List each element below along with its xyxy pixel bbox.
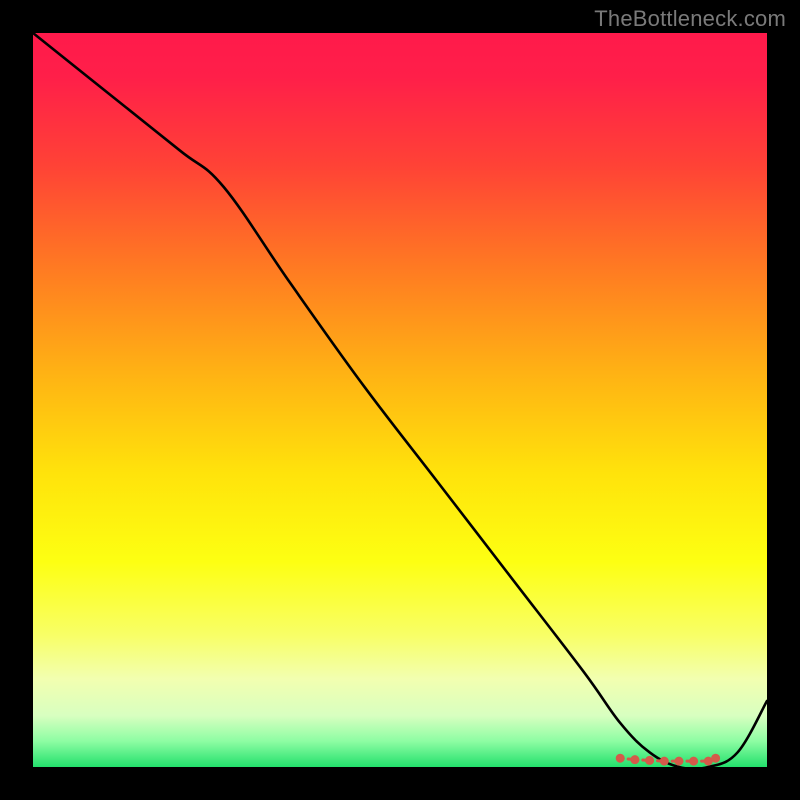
chart-container: TheBottleneck.com (0, 0, 800, 800)
optimal-marker (645, 756, 654, 765)
optimal-marker (616, 754, 625, 763)
chart-curve-layer (33, 33, 767, 767)
optimal-marker (674, 757, 683, 766)
watermark-text: TheBottleneck.com (594, 6, 786, 32)
bottleneck-curve (33, 33, 767, 767)
optimal-marker (660, 757, 669, 766)
optimal-marker (711, 754, 720, 763)
optimal-marker (630, 755, 639, 764)
plot-area (33, 33, 767, 767)
optimal-marker (689, 757, 698, 766)
